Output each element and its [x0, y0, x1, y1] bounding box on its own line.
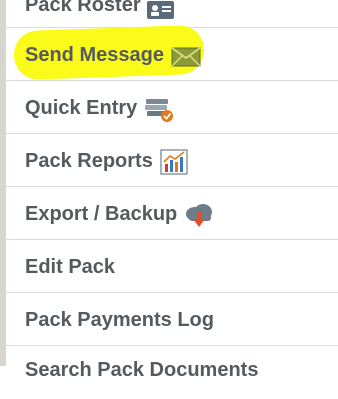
cloud-download-icon [183, 201, 215, 234]
menu-item-label: Export / Backup [25, 203, 178, 225]
menu-item-label: Quick Entry [25, 97, 138, 119]
menu-item-pack-payments-log[interactable]: Pack Payments Log [6, 293, 338, 346]
books-check-icon [144, 95, 174, 128]
roster-card-icon [146, 0, 176, 27]
menu-item-pack-reports[interactable]: Pack Reports [6, 134, 338, 187]
menu-item-export-backup[interactable]: Export / Backup [6, 187, 338, 240]
menu-item-edit-pack[interactable]: Edit Pack [6, 240, 338, 293]
menu-item-send-message[interactable]: Send Message [6, 24, 338, 81]
bar-chart-icon [159, 148, 189, 181]
menu-item-label: Pack Reports [25, 150, 153, 172]
menu-item-label: Send Message [25, 44, 164, 66]
menu-item-label: Pack Payments Log [25, 309, 214, 331]
menu-item-label: Edit Pack [25, 256, 116, 278]
sidebar-menu: Pack Roster Send Message Quick Entry Pac… [6, 0, 338, 381]
menu-item-quick-entry[interactable]: Quick Entry [6, 81, 338, 134]
menu-item-pack-roster[interactable]: Pack Roster [6, 0, 338, 28]
menu-item-label: Search Pack Documents [25, 359, 259, 381]
menu-item-search-pack-documents[interactable]: Search Pack Documents [6, 346, 338, 399]
envelope-icon [171, 47, 201, 72]
menu-item-label: Pack Roster [25, 0, 141, 16]
